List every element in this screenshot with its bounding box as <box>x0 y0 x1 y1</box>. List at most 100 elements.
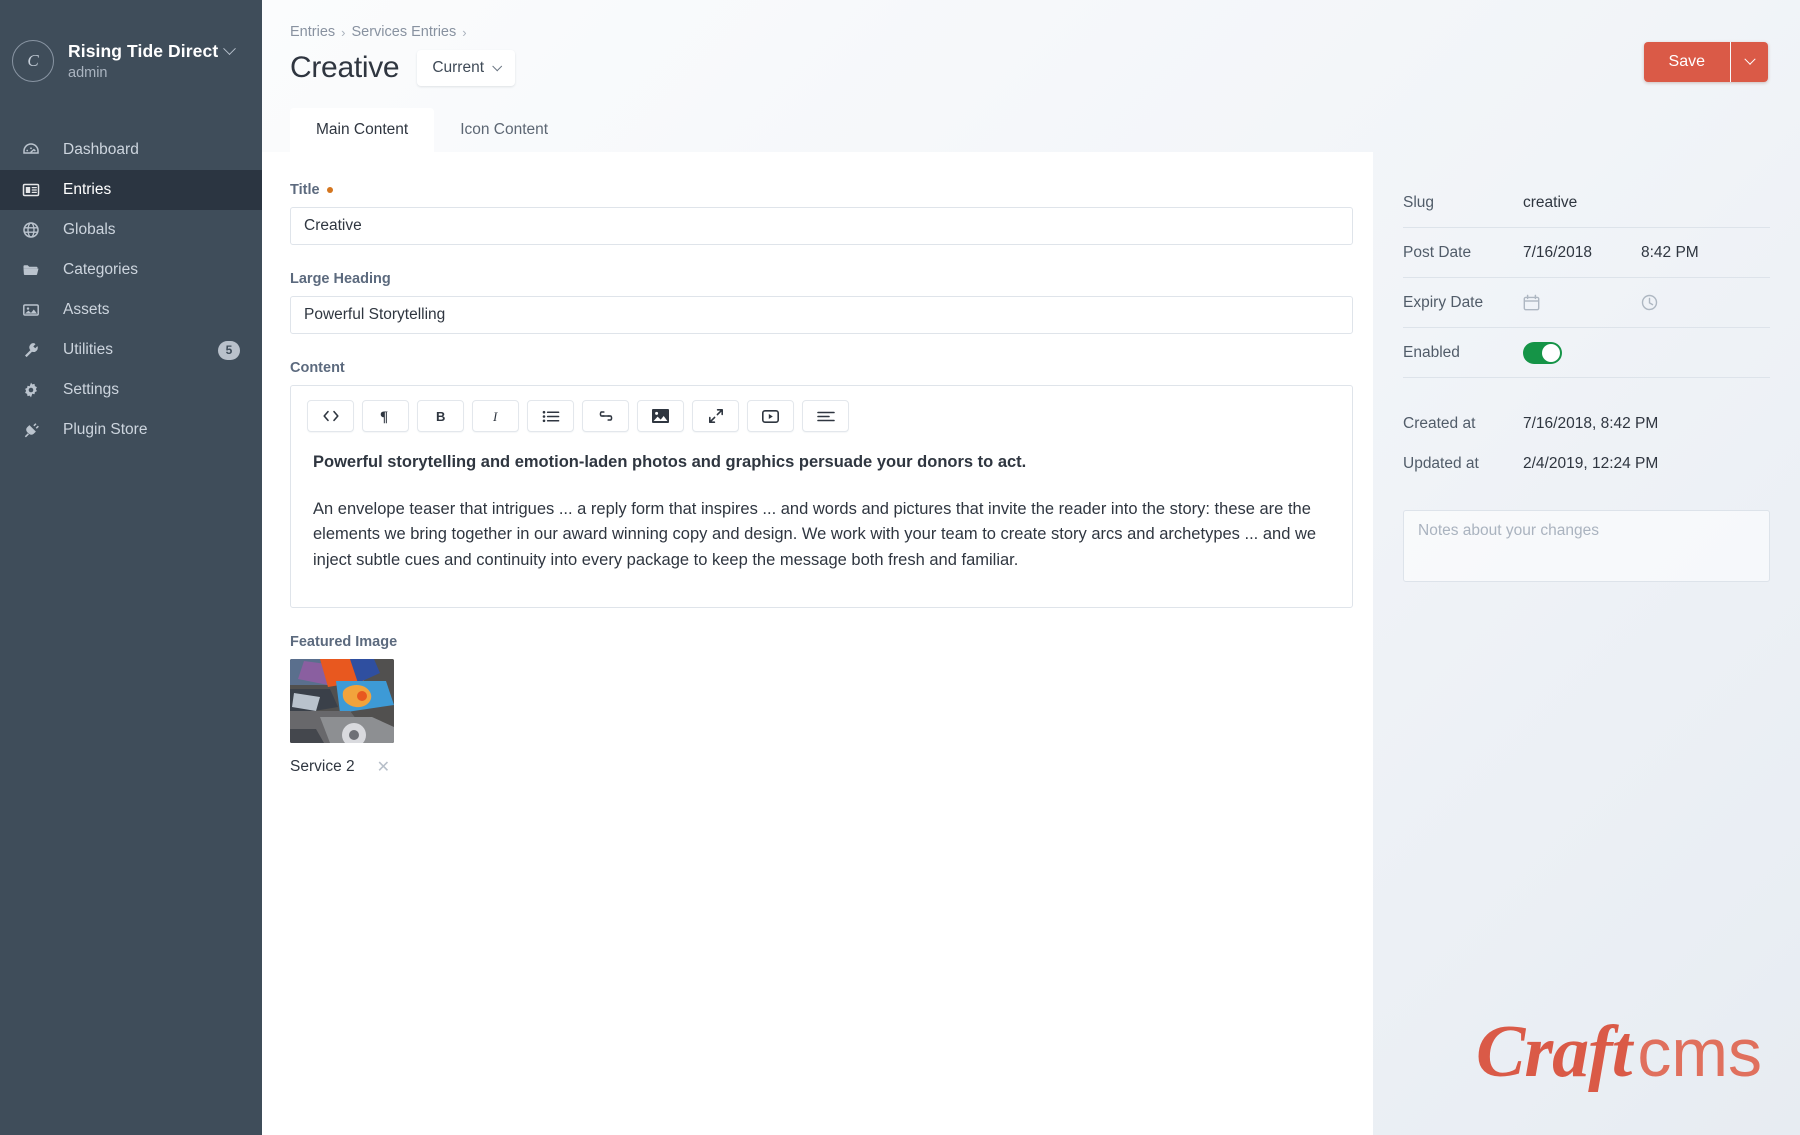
post-date-row: Post Date 7/16/2018 8:42 PM <box>1403 228 1770 278</box>
required-indicator-icon <box>327 187 333 193</box>
title-field-group: Title <box>290 182 1373 245</box>
clock-icon[interactable] <box>1641 294 1671 311</box>
updated-at-value: 2/4/2019, 12:24 PM <box>1523 455 1658 473</box>
chevron-down-icon <box>1744 54 1755 65</box>
video-icon[interactable] <box>747 400 794 432</box>
svg-text:I: I <box>492 409 498 424</box>
featured-image-field-group: Featured Image <box>290 634 1373 777</box>
sidebar-item-label: Categories <box>63 261 240 279</box>
content-field-group: Content ¶ B <box>290 360 1373 608</box>
tab-icon-content[interactable]: Icon Content <box>434 108 574 152</box>
timestamps: Created at 7/16/2018, 8:42 PM Updated at… <box>1403 404 1770 484</box>
title-label: Title <box>290 182 1373 198</box>
bold-icon[interactable]: B <box>417 400 464 432</box>
craft-logo-cms: cms <box>1637 1014 1762 1092</box>
rte-content[interactable]: Powerful storytelling and emotion-laden … <box>291 444 1352 607</box>
fullscreen-icon[interactable] <box>692 400 739 432</box>
slug-label: Slug <box>1403 194 1523 212</box>
remove-asset-icon[interactable]: ✕ <box>377 757 390 777</box>
entries-icon <box>18 180 44 200</box>
sidebar-item-label: Settings <box>63 381 240 399</box>
large-heading-input[interactable] <box>290 296 1353 334</box>
sidebar-item-label: Plugin Store <box>63 421 240 439</box>
globe-icon <box>18 220 44 240</box>
sidebar-item-label: Assets <box>63 301 240 319</box>
rich-text-editor: ¶ B I <box>290 385 1353 608</box>
breadcrumb-services-entries[interactable]: Services Entries <box>351 24 456 40</box>
post-date-label: Post Date <box>1403 244 1523 262</box>
code-icon[interactable] <box>307 400 354 432</box>
unordered-list-icon[interactable] <box>527 400 574 432</box>
content-pane: Title Large Heading Content <box>262 152 1373 1135</box>
site-switcher[interactable]: C Rising Tide Direct admin <box>0 0 262 92</box>
expiry-date-value[interactable] <box>1523 294 1641 311</box>
sidebar-item-entries[interactable]: Entries <box>0 170 262 210</box>
sidebar-item-label: Dashboard <box>63 141 240 159</box>
post-date-value[interactable]: 7/16/2018 <box>1523 244 1641 262</box>
italic-icon[interactable]: I <box>472 400 519 432</box>
enabled-toggle[interactable] <box>1523 342 1562 364</box>
page-title: Creative <box>290 51 399 85</box>
calendar-icon[interactable] <box>1523 294 1553 311</box>
sidebar-item-dashboard[interactable]: Dashboard <box>0 130 262 170</box>
featured-image-asset-row: Service 2 ✕ <box>290 757 1373 777</box>
expiry-time-value[interactable] <box>1641 294 1671 311</box>
body-area: Title Large Heading Content <box>262 152 1800 1135</box>
rte-heading: Powerful storytelling and emotion-laden … <box>313 450 1330 475</box>
created-at-value: 7/16/2018, 8:42 PM <box>1523 415 1658 433</box>
sidebar-item-label: Utilities <box>63 341 218 359</box>
rte-toolbar: ¶ B I <box>291 386 1352 444</box>
chevron-down-icon <box>223 42 236 55</box>
wrench-icon <box>18 340 44 360</box>
featured-image-asset-name: Service 2 <box>290 758 355 776</box>
avatar: C <box>12 40 54 82</box>
title-label-text: Title <box>290 182 320 198</box>
craft-cms-logo: Craft cms <box>1476 1010 1762 1095</box>
slug-value[interactable]: creative <box>1523 194 1577 212</box>
sidebar-item-categories[interactable]: Categories <box>0 250 262 290</box>
enabled-row: Enabled <box>1403 328 1770 378</box>
tab-main-content[interactable]: Main Content <box>290 108 434 152</box>
large-heading-label-text: Large Heading <box>290 271 391 287</box>
sidebar-item-utilities[interactable]: Utilities 5 <box>0 330 262 370</box>
featured-image-thumbnail[interactable] <box>290 659 394 743</box>
user-name: admin <box>68 65 234 81</box>
sidebar-item-settings[interactable]: Settings <box>0 370 262 410</box>
sidebar: C Rising Tide Direct admin <box>0 0 262 1135</box>
created-at-label: Created at <box>1403 415 1523 433</box>
save-button[interactable]: Save <box>1644 42 1730 82</box>
breadcrumb: Entries › Services Entries › <box>290 24 1800 40</box>
save-menu-button[interactable] <box>1731 42 1768 82</box>
breadcrumb-separator: › <box>341 25 345 40</box>
sidebar-item-assets[interactable]: Assets <box>0 290 262 330</box>
plug-icon <box>18 420 44 440</box>
sidebar-item-label: Entries <box>63 181 240 199</box>
main-nav: Dashboard Entries <box>0 130 262 450</box>
sidebar-item-plugin-store[interactable]: Plugin Store <box>0 410 262 450</box>
revision-status-label: Current <box>432 59 484 77</box>
enabled-label: Enabled <box>1403 344 1523 362</box>
featured-image-label-text: Featured Image <box>290 634 397 650</box>
breadcrumb-entries[interactable]: Entries <box>290 24 335 40</box>
large-heading-label: Large Heading <box>290 271 1373 287</box>
post-time-value[interactable]: 8:42 PM <box>1641 244 1699 262</box>
svg-text:B: B <box>436 409 445 424</box>
title-input[interactable] <box>290 207 1353 245</box>
large-heading-field-group: Large Heading <box>290 271 1373 334</box>
toggle-knob <box>1542 344 1560 362</box>
paragraph-icon[interactable]: ¶ <box>362 400 409 432</box>
rte-paragraph: An envelope teaser that intrigues ... a … <box>313 497 1330 574</box>
expiry-date-label: Expiry Date <box>1403 294 1523 312</box>
meta-panel: Slug creative Post Date 7/16/2018 8:42 P… <box>1373 152 1800 1135</box>
align-left-icon[interactable] <box>802 400 849 432</box>
updated-at-label: Updated at <box>1403 455 1523 473</box>
featured-image-label: Featured Image <box>290 634 1373 650</box>
folder-icon <box>18 260 44 280</box>
topbar: Entries › Services Entries › Creative Cu… <box>262 0 1800 108</box>
revision-status-button[interactable]: Current <box>417 50 515 86</box>
sidebar-item-globals[interactable]: Globals <box>0 210 262 250</box>
image-icon[interactable] <box>637 400 684 432</box>
link-icon[interactable] <box>582 400 629 432</box>
save-button-group: Save <box>1644 42 1768 82</box>
revision-notes-input[interactable] <box>1403 510 1770 582</box>
